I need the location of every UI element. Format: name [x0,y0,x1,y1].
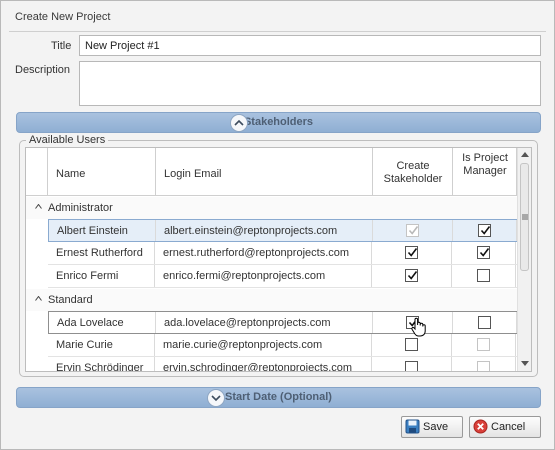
description-label: Description [15,64,71,76]
cancel-button[interactable]: Cancel [469,416,541,438]
user-email: albert.einstein@reptonprojects.com [164,225,338,237]
header-name[interactable]: Name [48,148,156,196]
user-email: marie.curie@reptonprojects.com [163,339,323,351]
user-email: ervin.schrodinger@reptonprojects.com [163,362,353,372]
chevron-down-icon[interactable] [207,389,225,407]
project-manager-checkbox[interactable] [477,338,490,351]
header-email[interactable]: Login Email [156,148,373,196]
table-row[interactable]: Ernest Rutherford ernest.rutherford@rept… [48,242,517,265]
grip-icon [522,214,528,220]
description-input[interactable] [79,61,541,106]
save-button[interactable]: Save [401,416,463,438]
users-grid: Name Login Email Create Stakeholder Is P… [25,147,532,372]
user-email: ernest.rutherford@reptonprojects.com [163,247,350,259]
project-manager-checkbox[interactable] [478,224,491,237]
table-row[interactable]: Albert Einstein albert.einstein@reptonpr… [48,219,517,242]
title-label: Title [51,40,72,52]
cancel-icon [473,419,488,434]
project-manager-checkbox[interactable] [477,361,490,371]
group-row-administrator[interactable]: Administrator [26,197,517,219]
project-manager-checkbox[interactable] [477,246,490,259]
grid-scrollbar[interactable] [517,148,531,371]
scroll-up-arrow-icon[interactable] [521,152,529,158]
create-stakeholder-checkbox[interactable] [405,338,418,351]
create-stakeholder-checkbox[interactable] [405,361,418,371]
title-input[interactable]: New Project #1 [79,35,541,56]
title-divider [9,31,546,32]
user-name: Ernest Rutherford [56,247,143,259]
header-is-project-manager[interactable]: Is Project Manager [453,148,517,196]
chevron-up-icon[interactable] [230,114,248,132]
user-name: Ervin Schrödinger [56,362,144,372]
create-project-dialog: Create New Project Title New Project #1 … [0,0,555,450]
user-email: enrico.fermi@reptonprojects.com [163,270,326,282]
user-name: Albert Einstein [57,225,128,237]
available-users-legend: Available Users [26,134,109,146]
table-row[interactable]: Enrico Fermi enrico.fermi@reptonprojects… [48,265,517,288]
header-indent [26,148,48,196]
collapse-triangle-icon[interactable] [35,296,42,301]
table-row[interactable]: Ada Lovelace ada.lovelace@reptonprojects… [48,311,517,337]
table-row[interactable]: Ervin Schrödinger ervin.schrodinger@rept… [48,357,517,372]
group-row-standard[interactable]: Standard [26,289,517,311]
create-stakeholder-checkbox[interactable] [406,224,419,237]
project-manager-checkbox[interactable] [477,269,490,282]
user-email: ada.lovelace@reptonprojects.com [164,317,331,329]
user-name: Ada Lovelace [57,317,124,329]
stakeholders-label: Stakeholders [243,116,314,128]
start-date-band[interactable]: Start Date (Optional) [16,387,541,408]
create-stakeholder-checkbox[interactable] [405,246,418,259]
project-manager-checkbox[interactable] [478,316,491,329]
collapse-triangle-icon[interactable] [35,204,42,209]
table-row[interactable]: Marie Curie marie.curie@reptonprojects.c… [48,334,517,357]
title-bar: Create New Project [1,1,554,32]
dialog-title: Create New Project [15,11,111,23]
scrollbar-thumb[interactable] [520,163,529,271]
save-disk-icon [405,419,420,434]
header-create-stakeholder[interactable]: Create Stakeholder [373,148,453,196]
scroll-down-arrow-icon[interactable] [521,361,529,367]
start-date-label: Start Date (Optional) [225,391,332,403]
user-name: Marie Curie [56,339,113,351]
stakeholders-band[interactable]: Stakeholders [16,112,541,133]
user-name: Enrico Fermi [56,270,119,282]
create-stakeholder-checkbox[interactable] [405,269,418,282]
